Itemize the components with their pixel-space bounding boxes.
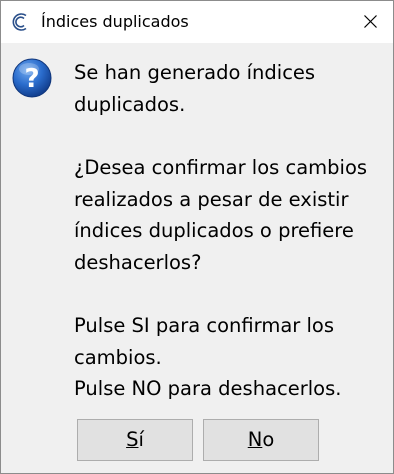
dialog-content: ? Se han generado índices duplicados. ¿D… — [1, 43, 393, 473]
question-icon: ? — [12, 58, 52, 98]
title-bar[interactable]: Índices duplicados — [1, 1, 393, 43]
message-paragraph: Se han generado índices duplicados. — [74, 61, 316, 116]
message-paragraph: Pulse NO para deshacerlos. — [74, 377, 342, 400]
no-button-label: No — [247, 428, 275, 451]
message-paragraph: Pulse SI para confirmar los cambios. — [74, 314, 335, 369]
no-button[interactable]: No — [203, 419, 319, 461]
message-paragraph: ¿Desea confirmar los cambios realizados … — [74, 156, 368, 274]
close-icon — [364, 15, 377, 28]
yes-button-label: Sí — [126, 428, 144, 451]
yes-button[interactable]: Sí — [77, 419, 193, 461]
svg-text:?: ? — [24, 64, 39, 94]
close-button[interactable] — [347, 1, 393, 43]
message-text: Se han generado índices duplicados. ¿Des… — [74, 57, 379, 405]
app-c-icon — [11, 11, 31, 33]
window-title: Índices duplicados — [41, 12, 189, 31]
dialog-window: Índices duplicados ? Se han generado índ… — [0, 0, 394, 474]
